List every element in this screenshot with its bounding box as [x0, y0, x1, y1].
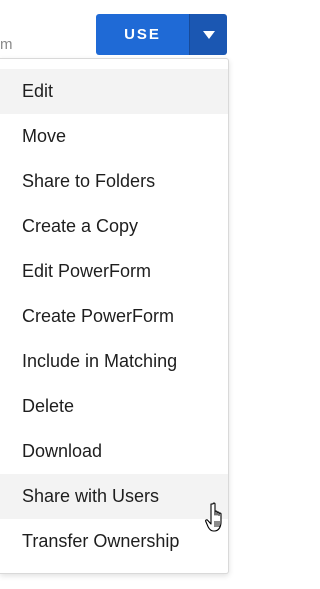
- menu-item-label: Share to Folders: [22, 171, 156, 191]
- menu-item-create-a-copy[interactable]: Create a Copy: [0, 204, 228, 249]
- use-dropdown-menu: Edit Move Share to Folders Create a Copy…: [0, 58, 229, 574]
- menu-item-label: Transfer Ownership: [22, 531, 180, 551]
- use-dropdown-toggle[interactable]: [189, 14, 227, 55]
- menu-item-delete[interactable]: Delete: [0, 384, 228, 429]
- truncated-background-text: m: [0, 36, 13, 53]
- menu-item-edit-powerform[interactable]: Edit PowerForm: [0, 249, 228, 294]
- hand-pointer-cursor-icon: [205, 502, 222, 532]
- menu-item-label: Download: [22, 441, 103, 461]
- menu-item-label: Create PowerForm: [22, 306, 175, 326]
- use-button[interactable]: USE: [96, 14, 189, 55]
- menu-item-transfer-ownership[interactable]: Transfer Ownership: [0, 519, 228, 564]
- chevron-down-icon: [202, 30, 215, 39]
- menu-item-label: Share with Users: [22, 486, 160, 506]
- menu-item-download[interactable]: Download: [0, 429, 228, 474]
- menu-item-label: Edit: [22, 81, 54, 101]
- menu-item-include-in-matching[interactable]: Include in Matching: [0, 339, 228, 384]
- menu-item-create-powerform[interactable]: Create PowerForm: [0, 294, 228, 339]
- menu-item-label: Include in Matching: [22, 351, 178, 371]
- menu-item-move[interactable]: Move: [0, 114, 228, 159]
- menu-item-label: Delete: [22, 396, 75, 416]
- menu-item-share-with-users[interactable]: Share with Users: [0, 474, 228, 519]
- menu-item-label: Move: [22, 126, 67, 146]
- menu-item-label: Create a Copy: [22, 216, 139, 236]
- use-split-button: USE: [96, 14, 227, 55]
- menu-item-label: Edit PowerForm: [22, 261, 152, 281]
- menu-item-edit[interactable]: Edit: [0, 69, 228, 114]
- menu-item-share-to-folders[interactable]: Share to Folders: [0, 159, 228, 204]
